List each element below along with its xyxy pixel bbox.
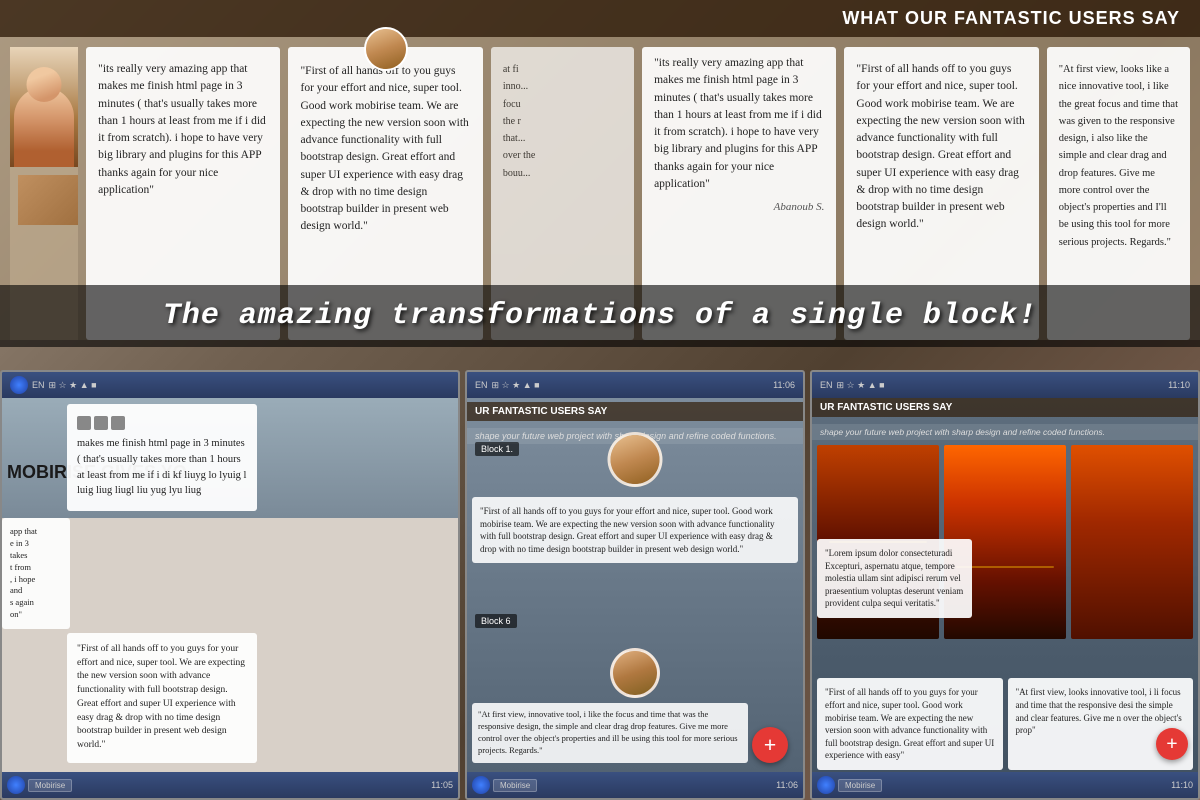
snippet-card-left: app thate in 3takest from, i hopeands ag…	[2, 518, 70, 629]
person-head	[27, 67, 62, 102]
avatar-center-2	[610, 648, 660, 698]
overlay-title: The amazing transformations of a single …	[0, 299, 1200, 333]
testimonial-text-6: "At first view, looks like a nice innova…	[1059, 64, 1178, 248]
lorem-text: "Lorem ipsum dolor consecteturadi Except…	[825, 548, 963, 608]
center-card-top: "First of all hands off to you guys for …	[472, 497, 798, 563]
testimonial-text-3-partial: at fiinno...focuthe rthat...over thebouu…	[503, 64, 536, 179]
center-card-bottom: "At first view, innovative tool, i like …	[472, 703, 748, 763]
avatar-top-2	[364, 27, 408, 71]
right-card-2-text: "At first view, looks innovative tool, i…	[1016, 687, 1182, 735]
header-bar: WHAT OUR FANTASTIC USERS SAY	[0, 0, 1200, 37]
taskbar-item-left[interactable]: Mobirise	[28, 779, 72, 792]
main-content-card: makes me finish html page in 3 minutes (…	[67, 404, 257, 511]
start-orb-right[interactable]	[817, 776, 835, 794]
plus-button-right[interactable]: +	[1156, 728, 1188, 760]
block-label-1: Block 1.	[475, 442, 519, 456]
lorem-card: "Lorem ipsum dolor consecteturadi Except…	[817, 539, 972, 618]
start-orb-left[interactable]	[7, 776, 25, 794]
taskbar-time-left: 11:05	[431, 780, 453, 790]
header-title: WHAT OUR FANTASTIC USERS SAY	[842, 8, 1180, 28]
taskbar-item-center[interactable]: Mobirise	[493, 779, 537, 792]
right-card-1-text: "First of all hands off to you guys for …	[825, 687, 994, 760]
screen-left: EN ⊞ ☆ ★ ▲ ■ MOBIRISE GIVES YO app thate…	[0, 370, 460, 800]
center-icons: ⊞ ☆ ★ ▲ ■	[492, 380, 540, 391]
screen-left-icons: ⊞ ☆ ★ ▲ ■	[49, 380, 97, 391]
testimonial-text-1: "its really very amazing app that makes …	[98, 63, 266, 196]
right-tagline: shape your future web project with sharp…	[812, 424, 1198, 440]
avatar-center-1	[608, 432, 663, 487]
center-time: 11:06	[773, 380, 795, 390]
bottom-section: EN ⊞ ☆ ★ ▲ ■ MOBIRISE GIVES YO app thate…	[0, 370, 1200, 800]
screen-left-inner: EN ⊞ ☆ ★ ▲ ■ MOBIRISE GIVES YO app thate…	[2, 372, 458, 798]
edit-toolbar	[77, 416, 247, 430]
portrait-image	[10, 47, 78, 167]
center-overlay: The amazing transformations of a single …	[0, 285, 1200, 347]
taskbar-time-center: 11:06	[776, 780, 798, 790]
taskbar-right: Mobirise 11:10	[812, 772, 1198, 798]
taskbar-left: Mobirise 11:05	[2, 772, 458, 798]
right-cards-row: "First of all hands off to you guys for …	[817, 678, 1193, 770]
right-icons: ⊞ ☆ ★ ▲ ■	[837, 380, 885, 391]
start-orb-center[interactable]	[472, 776, 490, 794]
right-time: 11:10	[1168, 380, 1190, 390]
taskbar-time-right: 11:10	[1171, 780, 1193, 790]
plus-button-center[interactable]: +	[752, 727, 788, 763]
bottom-left-card: "First of all hands off to you guys for …	[67, 633, 257, 763]
block-label-6: Block 6	[475, 614, 517, 628]
testimonial-text-2: "First of all hands off to you guys for …	[300, 65, 468, 232]
windows-orb-left[interactable]	[10, 376, 28, 394]
screen-left-header: EN ⊞ ☆ ★ ▲ ■	[2, 372, 458, 398]
sunset-panel-3	[1071, 445, 1193, 639]
screen-right-header: EN ⊞ ☆ ★ ▲ ■ 11:10	[812, 372, 1198, 398]
toolbar-btn-2[interactable]	[94, 416, 108, 430]
right-header-text: UR FANTASTIC USERS SAY	[812, 398, 1198, 417]
center-header-text: UR FANTASTIC USERS SAY	[467, 402, 803, 421]
screen-center: EN ⊞ ☆ ★ ▲ ■ 11:06 UR FANTASTIC USERS SA…	[465, 370, 805, 800]
center-lang: EN	[475, 380, 488, 390]
bottom-left-card-text: "First of all hands off to you guys for …	[77, 644, 245, 750]
screen-left-lang: EN	[32, 380, 45, 390]
right-lang: EN	[820, 380, 833, 390]
testimonial-text-5: "First of all hands off to you guys for …	[856, 63, 1024, 230]
main-card-text: makes me finish html page in 3 minutes (…	[77, 438, 246, 496]
screen-center-header: EN ⊞ ☆ ★ ▲ ■ 11:06	[467, 372, 803, 398]
person-silhouette	[14, 87, 74, 167]
right-card-1: "First of all hands off to you guys for …	[817, 678, 1003, 770]
screen-right: EN ⊞ ☆ ★ ▲ ■ 11:10 UR FANTASTIC USERS SA…	[810, 370, 1200, 800]
toolbar-btn-1[interactable]	[77, 416, 91, 430]
toolbar-btn-3[interactable]	[111, 416, 125, 430]
testimonial-text-4: "its really very amazing app that makes …	[654, 57, 822, 190]
taskbar-item-right[interactable]: Mobirise	[838, 779, 882, 792]
card-name-1: Abanoub S.	[654, 199, 824, 216]
taskbar-center: Mobirise 11:06	[467, 772, 803, 798]
